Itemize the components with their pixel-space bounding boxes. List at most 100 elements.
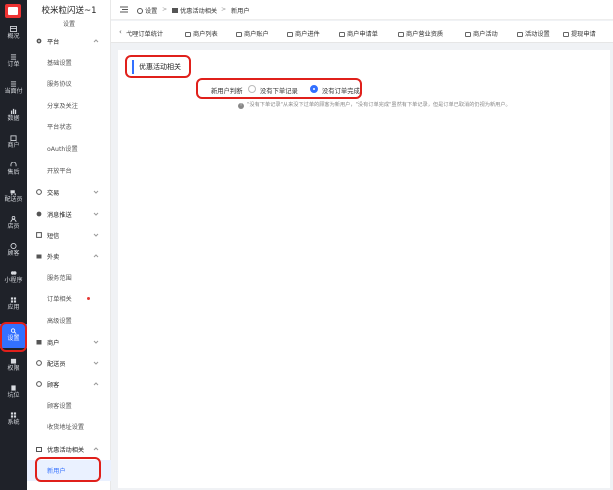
sidebar-item[interactable]: 服务协议 (27, 73, 111, 94)
sidebar-group-label: 平台 (47, 39, 60, 46)
sidebar-group-courier[interactable]: 配送员 (27, 352, 111, 374)
tab-order-stats[interactable]: 弋哩订单统计 (126, 29, 163, 38)
chevron-down-icon (93, 212, 99, 216)
breadcrumb-separator: > (221, 6, 227, 13)
system-icon (10, 412, 17, 418)
permission-icon (10, 358, 17, 364)
menu-toggle-icon[interactable] (120, 6, 128, 13)
sidebar-group-label: 短信 (47, 233, 60, 240)
rail-item-apps[interactable]: 应用 (0, 295, 27, 315)
rail-item-order[interactable]: 订单 (0, 52, 27, 72)
tab-merchant-onboard[interactable]: 商户进件 (287, 29, 320, 38)
tab-merchant-apply[interactable]: 商户申请单 (339, 29, 378, 38)
rail-label: 应用 (7, 304, 20, 311)
sidebar-item[interactable]: 开放平台 (27, 160, 111, 181)
pay-icon (10, 81, 17, 87)
app-logo (5, 4, 21, 18)
chevron-down-icon (93, 361, 99, 365)
sidebar-item[interactable]: 高级设置 (27, 310, 111, 331)
chevron-up-icon (93, 254, 99, 258)
table-icon (398, 32, 404, 37)
sidebar-header: 校米粒闪送~1 设置 (27, 0, 111, 30)
gear-icon (36, 38, 42, 44)
sidebar-group-push[interactable]: 消息推送 (27, 203, 111, 225)
courier-icon (36, 360, 42, 366)
rail-item-merchant[interactable]: 商户 (0, 133, 27, 153)
help-text: ! "没有下单记录"从来没下过单的顾客为新用户，"没有订单完成"虽然有下单记录，但… (238, 101, 511, 109)
settings-card: 优惠活动相关 新用户判断 没有下单记录 没有订单完成 ! "没有下单记录"从来没下… (118, 50, 610, 488)
annotation-highlight (196, 78, 362, 99)
sidebar-group-sms[interactable]: 短信 (27, 224, 111, 246)
sidebar-item[interactable]: 顾客设置 (27, 395, 111, 416)
chevron-down-icon (93, 233, 99, 237)
rail-item-system[interactable]: 系统 (0, 410, 27, 430)
sidebar-group-label: 商户 (47, 340, 60, 347)
info-icon: ! (238, 103, 244, 109)
rail-item-slot[interactable]: 坑位 (0, 383, 27, 403)
sidebar-item[interactable]: 基础设置 (27, 52, 111, 73)
apps-icon (10, 297, 17, 303)
rail-item-miniapp[interactable]: 小程序 (0, 268, 27, 288)
aftersale-icon (10, 162, 17, 167)
tab-merchant-account[interactable]: 商户账户 (236, 29, 269, 38)
takeout-icon (36, 254, 42, 259)
sms-icon (36, 232, 42, 238)
customer-icon (36, 381, 42, 387)
breadcrumb-promo[interactable]: 优惠活动相关 (172, 6, 217, 15)
rail-label: 系统 (7, 419, 20, 426)
rail-item-permission[interactable]: 权限 (0, 356, 27, 376)
tab-merchant-list[interactable]: 商户列表 (185, 29, 218, 38)
sidebar-item[interactable]: oAuth设置 (27, 138, 111, 159)
rail-label: 商户 (7, 142, 20, 149)
breadcrumb-separator: > (162, 6, 168, 13)
table-icon (517, 32, 523, 37)
table-icon (185, 32, 191, 37)
rail-item-aftersale[interactable]: 售后 (0, 160, 27, 180)
table-icon (563, 32, 569, 37)
sidebar-group-label: 外卖 (47, 254, 60, 261)
slot-icon (11, 385, 16, 391)
sidebar-group-customer[interactable]: 顾客 (27, 373, 111, 395)
push-icon (36, 211, 42, 217)
rail-item-pay[interactable]: 当面付 (0, 79, 27, 99)
order-icon (10, 54, 17, 60)
settings-icon (137, 8, 143, 14)
staff-icon (10, 216, 17, 222)
rail-item-overview[interactable]: 概况 (0, 24, 27, 44)
trade-icon (36, 189, 42, 195)
miniapp-icon (10, 271, 17, 275)
tab-withdraw-apply[interactable]: 提现申请 (563, 29, 596, 38)
sidebar-item[interactable]: 订单相关 (27, 288, 111, 309)
sidebar-group-trade[interactable]: 交易 (27, 181, 111, 203)
annotation-highlight (125, 55, 191, 78)
sidebar-item[interactable]: 收货地址设置 (27, 416, 111, 437)
rail-label: 配送员 (4, 196, 23, 203)
rail-item-customer[interactable]: 顾客 (0, 241, 27, 261)
sidebar-group-label: 优惠活动相关 (47, 447, 85, 454)
breadcrumb-settings[interactable]: 设置 (137, 6, 157, 15)
sidebar-item[interactable]: 分享及关注 (27, 95, 111, 116)
sidebar-title: 校米粒闪送~1 (41, 6, 97, 16)
sidebar-subtitle: 设置 (62, 21, 75, 28)
sidebar-item[interactable]: 服务范围 (27, 267, 111, 288)
chevron-left-icon[interactable]: ‹ (119, 28, 122, 36)
sidebar-group-platform[interactable]: 平台 (27, 30, 111, 52)
sidebar-group-takeout[interactable]: 外卖 (27, 245, 111, 267)
rail-item-data[interactable]: 数据 (0, 106, 27, 126)
sidebar-item[interactable]: 平台状态 (27, 116, 111, 137)
top-bar: 设置 > 优惠活动相关 > 新用户 (111, 0, 613, 20)
rail-item-courier[interactable]: 配送员 (0, 187, 27, 207)
tab-merchant-activity[interactable]: 商户活动 (465, 29, 498, 38)
sidebar-group-label: 配送员 (47, 361, 66, 368)
notification-dot (87, 297, 90, 300)
tab-merchant-license[interactable]: 商户营业资质 (398, 29, 443, 38)
tab-activity-settings[interactable]: 活动设置 (517, 29, 550, 38)
promo-icon (172, 8, 178, 13)
rail-item-staff[interactable]: 店员 (0, 214, 27, 234)
rail-label: 小程序 (4, 277, 23, 284)
breadcrumb-current: 新用户 (231, 8, 250, 15)
rail-label: 订单 (7, 61, 20, 68)
sidebar-group-merchant[interactable]: 商户 (27, 331, 111, 353)
table-icon (287, 32, 293, 37)
promo-icon (36, 447, 42, 452)
